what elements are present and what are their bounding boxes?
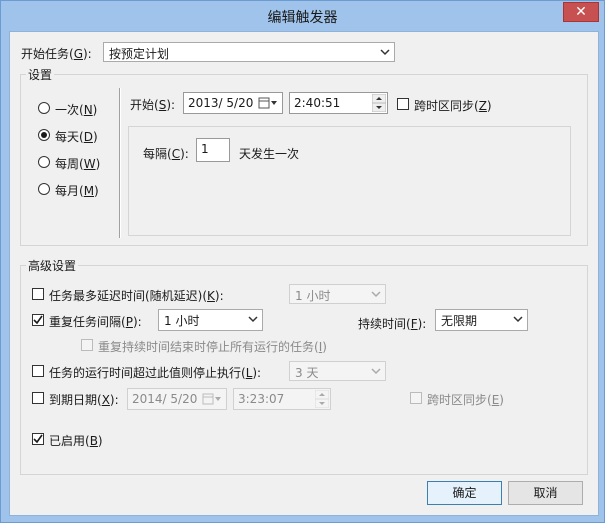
stop-running-label: 重复持续时间结束时停止所有运行的任务(I) <box>98 340 327 354</box>
expire-sync-timezone-checkbox[interactable] <box>410 392 422 404</box>
radio-monthly[interactable] <box>38 183 50 195</box>
calendar-icon <box>258 96 278 113</box>
enabled-checkbox[interactable] <box>32 433 44 445</box>
start-sync-timezone-label: 跨时区同步(Z) <box>414 99 492 113</box>
repeat-checkbox[interactable] <box>32 314 44 326</box>
start-time-value: 2:40:51 <box>294 96 341 110</box>
stop-if-longer-label: 任务的运行时间超过此值则停止执行(L): <box>49 366 262 380</box>
delay-label: 任务最多延迟时间(随机延迟)(K): <box>49 289 224 303</box>
dialog-title: 编辑触发器 <box>267 10 338 26</box>
radio-daily-label: 每天(D) <box>55 130 98 144</box>
radio-weekly[interactable] <box>38 156 50 168</box>
start-label: 开始(S): <box>130 98 176 112</box>
stop-if-longer-checkbox[interactable] <box>32 365 44 377</box>
delay-value: 1 小时 <box>295 289 331 303</box>
recur-box <box>128 126 571 236</box>
expire-time-value: 3:23:07 <box>238 392 285 406</box>
expire-sync-timezone-label: 跨时区同步(E) <box>427 393 504 407</box>
radio-weekly-label: 每周(W) <box>55 157 101 171</box>
delay-checkbox[interactable] <box>32 288 44 300</box>
spinner-arrows-icon[interactable] <box>314 389 330 409</box>
start-date-value: 2013/ 5/20 <box>188 96 254 110</box>
repeat-label: 重复任务间隔(P): <box>49 315 142 329</box>
expire-checkbox[interactable] <box>32 392 44 404</box>
duration-label: 持续时间(F): <box>358 317 427 331</box>
spinner-arrows-icon[interactable] <box>371 93 387 113</box>
radio-monthly-label: 每月(M) <box>55 184 99 198</box>
start-time-spinner[interactable]: 2:40:51 <box>289 92 388 114</box>
delay-select[interactable]: 1 小时 <box>289 284 386 304</box>
radio-daily[interactable] <box>38 129 50 141</box>
expire-time-spinner[interactable]: 3:23:07 <box>233 388 331 410</box>
begin-task-select[interactable]: 按预定计划 <box>103 42 395 62</box>
chevron-down-icon <box>370 364 382 378</box>
ok-button[interactable]: 确定 <box>427 481 502 505</box>
expire-date-picker[interactable]: 2014/ 5/20 <box>127 388 227 410</box>
recur-interval-input[interactable]: 1 <box>196 138 230 162</box>
stop-if-longer-value: 3 天 <box>295 366 319 380</box>
begin-task-value: 按预定计划 <box>109 47 170 61</box>
chevron-down-icon <box>379 45 391 59</box>
start-sync-timezone-checkbox[interactable] <box>397 98 409 110</box>
begin-task-label: 开始任务(G): <box>21 47 92 61</box>
duration-value: 无限期 <box>441 314 478 328</box>
radio-once-label: 一次(N) <box>55 103 98 117</box>
expire-label: 到期日期(X): <box>49 393 119 407</box>
repeat-interval-select[interactable]: 1 小时 <box>158 309 263 331</box>
recur-interval-value: 1 <box>201 142 209 156</box>
title-bar: 编辑触发器 ✕ <box>1 1 604 31</box>
recur-label: 每隔(C): <box>143 147 189 161</box>
stop-running-checkbox[interactable] <box>81 339 93 351</box>
settings-separator-highlight <box>120 88 121 238</box>
duration-select[interactable]: 无限期 <box>435 309 528 331</box>
enabled-label: 已启用(B) <box>49 434 103 448</box>
radio-once[interactable] <box>38 102 50 114</box>
close-icon: ✕ <box>575 4 587 20</box>
cancel-button[interactable]: 取消 <box>508 481 583 505</box>
expire-date-value: 2014/ 5/20 <box>132 392 198 406</box>
close-button[interactable]: ✕ <box>563 2 599 22</box>
settings-group-title: 设置 <box>26 66 55 83</box>
chevron-down-icon <box>247 312 259 326</box>
recur-unit-label: 天发生一次 <box>239 147 300 161</box>
dialog-client-area: 开始任务(G): 按预定计划 设置 一次(N) 每天(D) 每周(W) 每月(M… <box>9 31 599 516</box>
chevron-down-icon <box>370 287 382 301</box>
chevron-down-icon <box>512 312 524 326</box>
stop-if-longer-select[interactable]: 3 天 <box>289 361 386 381</box>
repeat-interval-value: 1 小时 <box>164 314 200 328</box>
start-date-picker[interactable]: 2013/ 5/20 <box>183 92 283 114</box>
radio-selected-dot <box>41 132 47 138</box>
calendar-icon <box>202 392 222 409</box>
advanced-group-title: 高级设置 <box>26 257 79 274</box>
edit-trigger-dialog: 编辑触发器 ✕ 开始任务(G): 按预定计划 设置 一次(N) 每天(D) 每周… <box>0 0 605 523</box>
